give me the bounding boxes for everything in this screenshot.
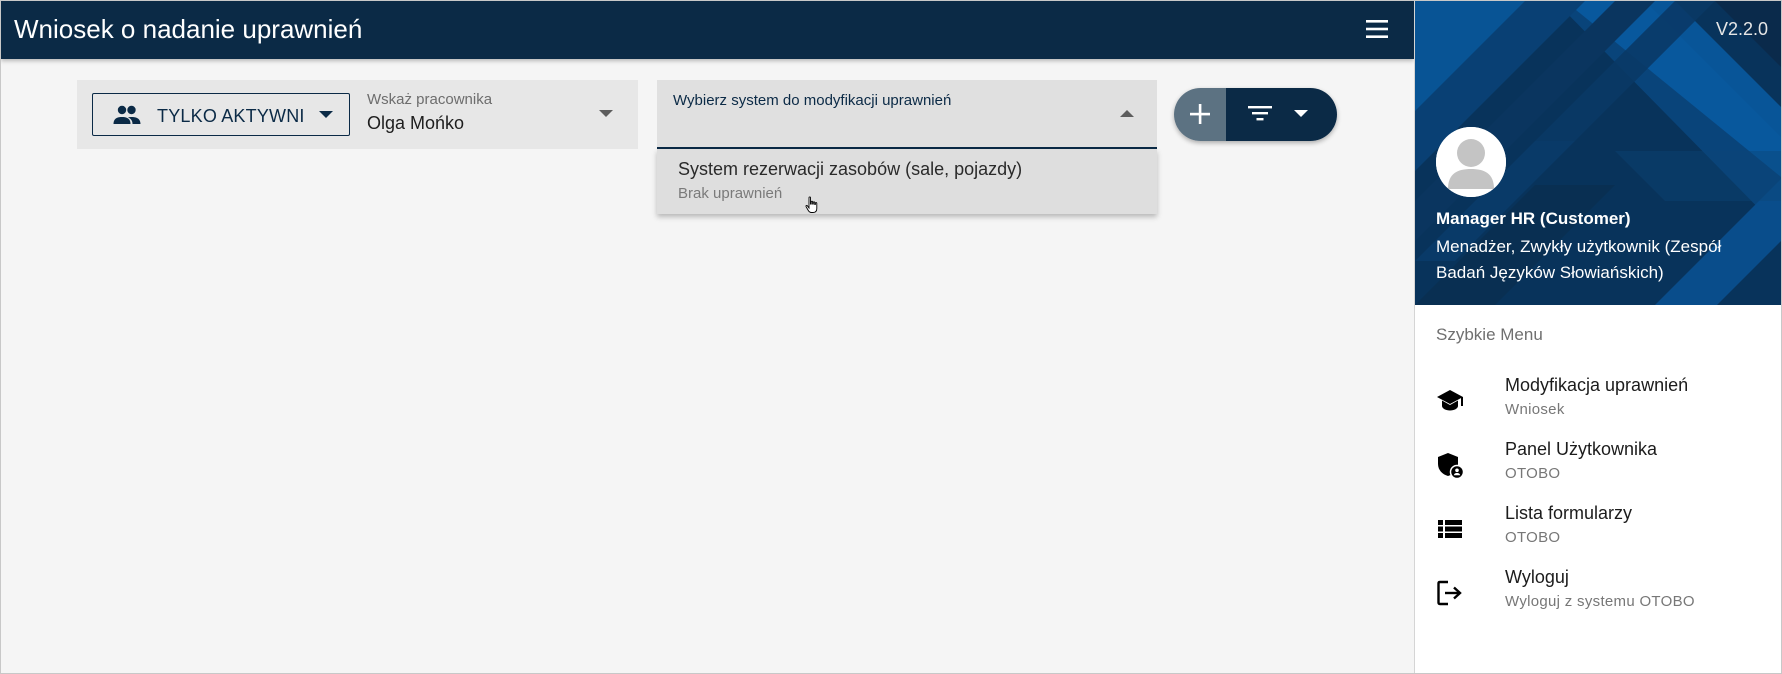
plus-icon: [1190, 104, 1210, 124]
avatar[interactable]: [1436, 127, 1506, 197]
hand-pointer-cursor-icon: [805, 196, 818, 213]
employee-select-label: Wskaż pracownika: [367, 91, 493, 108]
quick-menu-title: Szybkie Menu: [1436, 325, 1543, 344]
drawer-profile-header: V2.2.0 Manager HR (Customer) Menadżer, Z…: [1415, 1, 1781, 305]
quick-menu-item-forms-list[interactable]: Lista formularzy OTOBO: [1415, 501, 1781, 557]
quick-menu-item-subtitle: Wniosek: [1505, 401, 1565, 418]
side-drawer: V2.2.0 Manager HR (Customer) Menadżer, Z…: [1414, 1, 1781, 673]
chevron-down-icon: [1294, 110, 1308, 117]
employee-select[interactable]: Wskaż pracownika Olga Mońko: [367, 80, 638, 149]
filter-menu-button[interactable]: [1226, 88, 1337, 141]
system-option-title: System rezerwacji zasobów (sale, pojazdy…: [678, 159, 1023, 179]
filter-list-icon: [1248, 106, 1272, 121]
quick-menu-item-subtitle: OTOBO: [1505, 465, 1561, 482]
employee-select-value: Olga Mońko: [367, 113, 465, 133]
shield-account-icon: [1438, 453, 1464, 479]
app-bar: Wniosek o nadanie uprawnień: [1, 1, 1414, 59]
only-active-toggle-button[interactable]: TYLKO AKTYWNI: [92, 93, 350, 136]
chevron-down-icon: [599, 110, 613, 117]
only-active-label: TYLKO AKTYWNI: [157, 106, 305, 126]
quick-menu-item-permissions[interactable]: Modyfikacja uprawnień Wniosek: [1415, 373, 1781, 429]
chevron-down-icon: [319, 111, 333, 118]
quick-menu-item-title: Wyloguj: [1505, 567, 1569, 587]
add-button[interactable]: [1174, 88, 1226, 141]
quick-menu-item-user-panel[interactable]: Panel Użytkownika OTOBO: [1415, 437, 1781, 493]
system-option-subtitle: Brak uprawnień: [678, 185, 783, 202]
quick-menu-item-logout[interactable]: Wyloguj Wyloguj z systemu OTOBO: [1415, 565, 1781, 621]
quick-menu-item-subtitle: OTOBO: [1505, 529, 1561, 546]
employee-filter-card: TYLKO AKTYWNI Wskaż pracownika Olga Mońk…: [77, 80, 638, 149]
view-list-icon: [1438, 520, 1462, 538]
quick-menu-item-subtitle: Wyloguj z systemu OTOBO: [1505, 593, 1695, 610]
system-option[interactable]: System rezerwacji zasobów (sale, pojazdy…: [657, 149, 1157, 214]
action-fab-group: [1174, 88, 1337, 141]
user-roles: Menadżer, Zwykły użytkownik (Zespół Bada…: [1436, 237, 1722, 282]
quick-menu-item-title: Lista formularzy: [1505, 503, 1633, 523]
app-version: V2.2.0: [1715, 19, 1768, 39]
graduation-cap-icon: [1437, 390, 1463, 411]
quick-menu-item-title: Modyfikacja uprawnień: [1505, 375, 1689, 395]
quick-menu-item-title: Panel Użytkownika: [1505, 439, 1658, 459]
user-name: Manager HR (Customer): [1436, 209, 1631, 228]
system-select-label: Wybierz system do modyfikacji uprawnień: [673, 92, 952, 109]
page-title: Wniosek o nadanie uprawnień: [14, 14, 363, 44]
hamburger-menu-button[interactable]: [1359, 13, 1395, 45]
chevron-up-icon: [1120, 110, 1134, 117]
user-placeholder-icon: [1436, 127, 1506, 197]
system-select-dropdown: System rezerwacji zasobów (sale, pojazdy…: [657, 149, 1157, 214]
hamburger-menu-icon: [1366, 20, 1388, 38]
people-icon: [113, 105, 141, 124]
app-frame: Wniosek o nadanie uprawnień TYLKO AKTYWN…: [0, 0, 1782, 674]
logout-icon: [1437, 580, 1462, 606]
system-select[interactable]: Wybierz system do modyfikacji uprawnień: [657, 80, 1157, 149]
